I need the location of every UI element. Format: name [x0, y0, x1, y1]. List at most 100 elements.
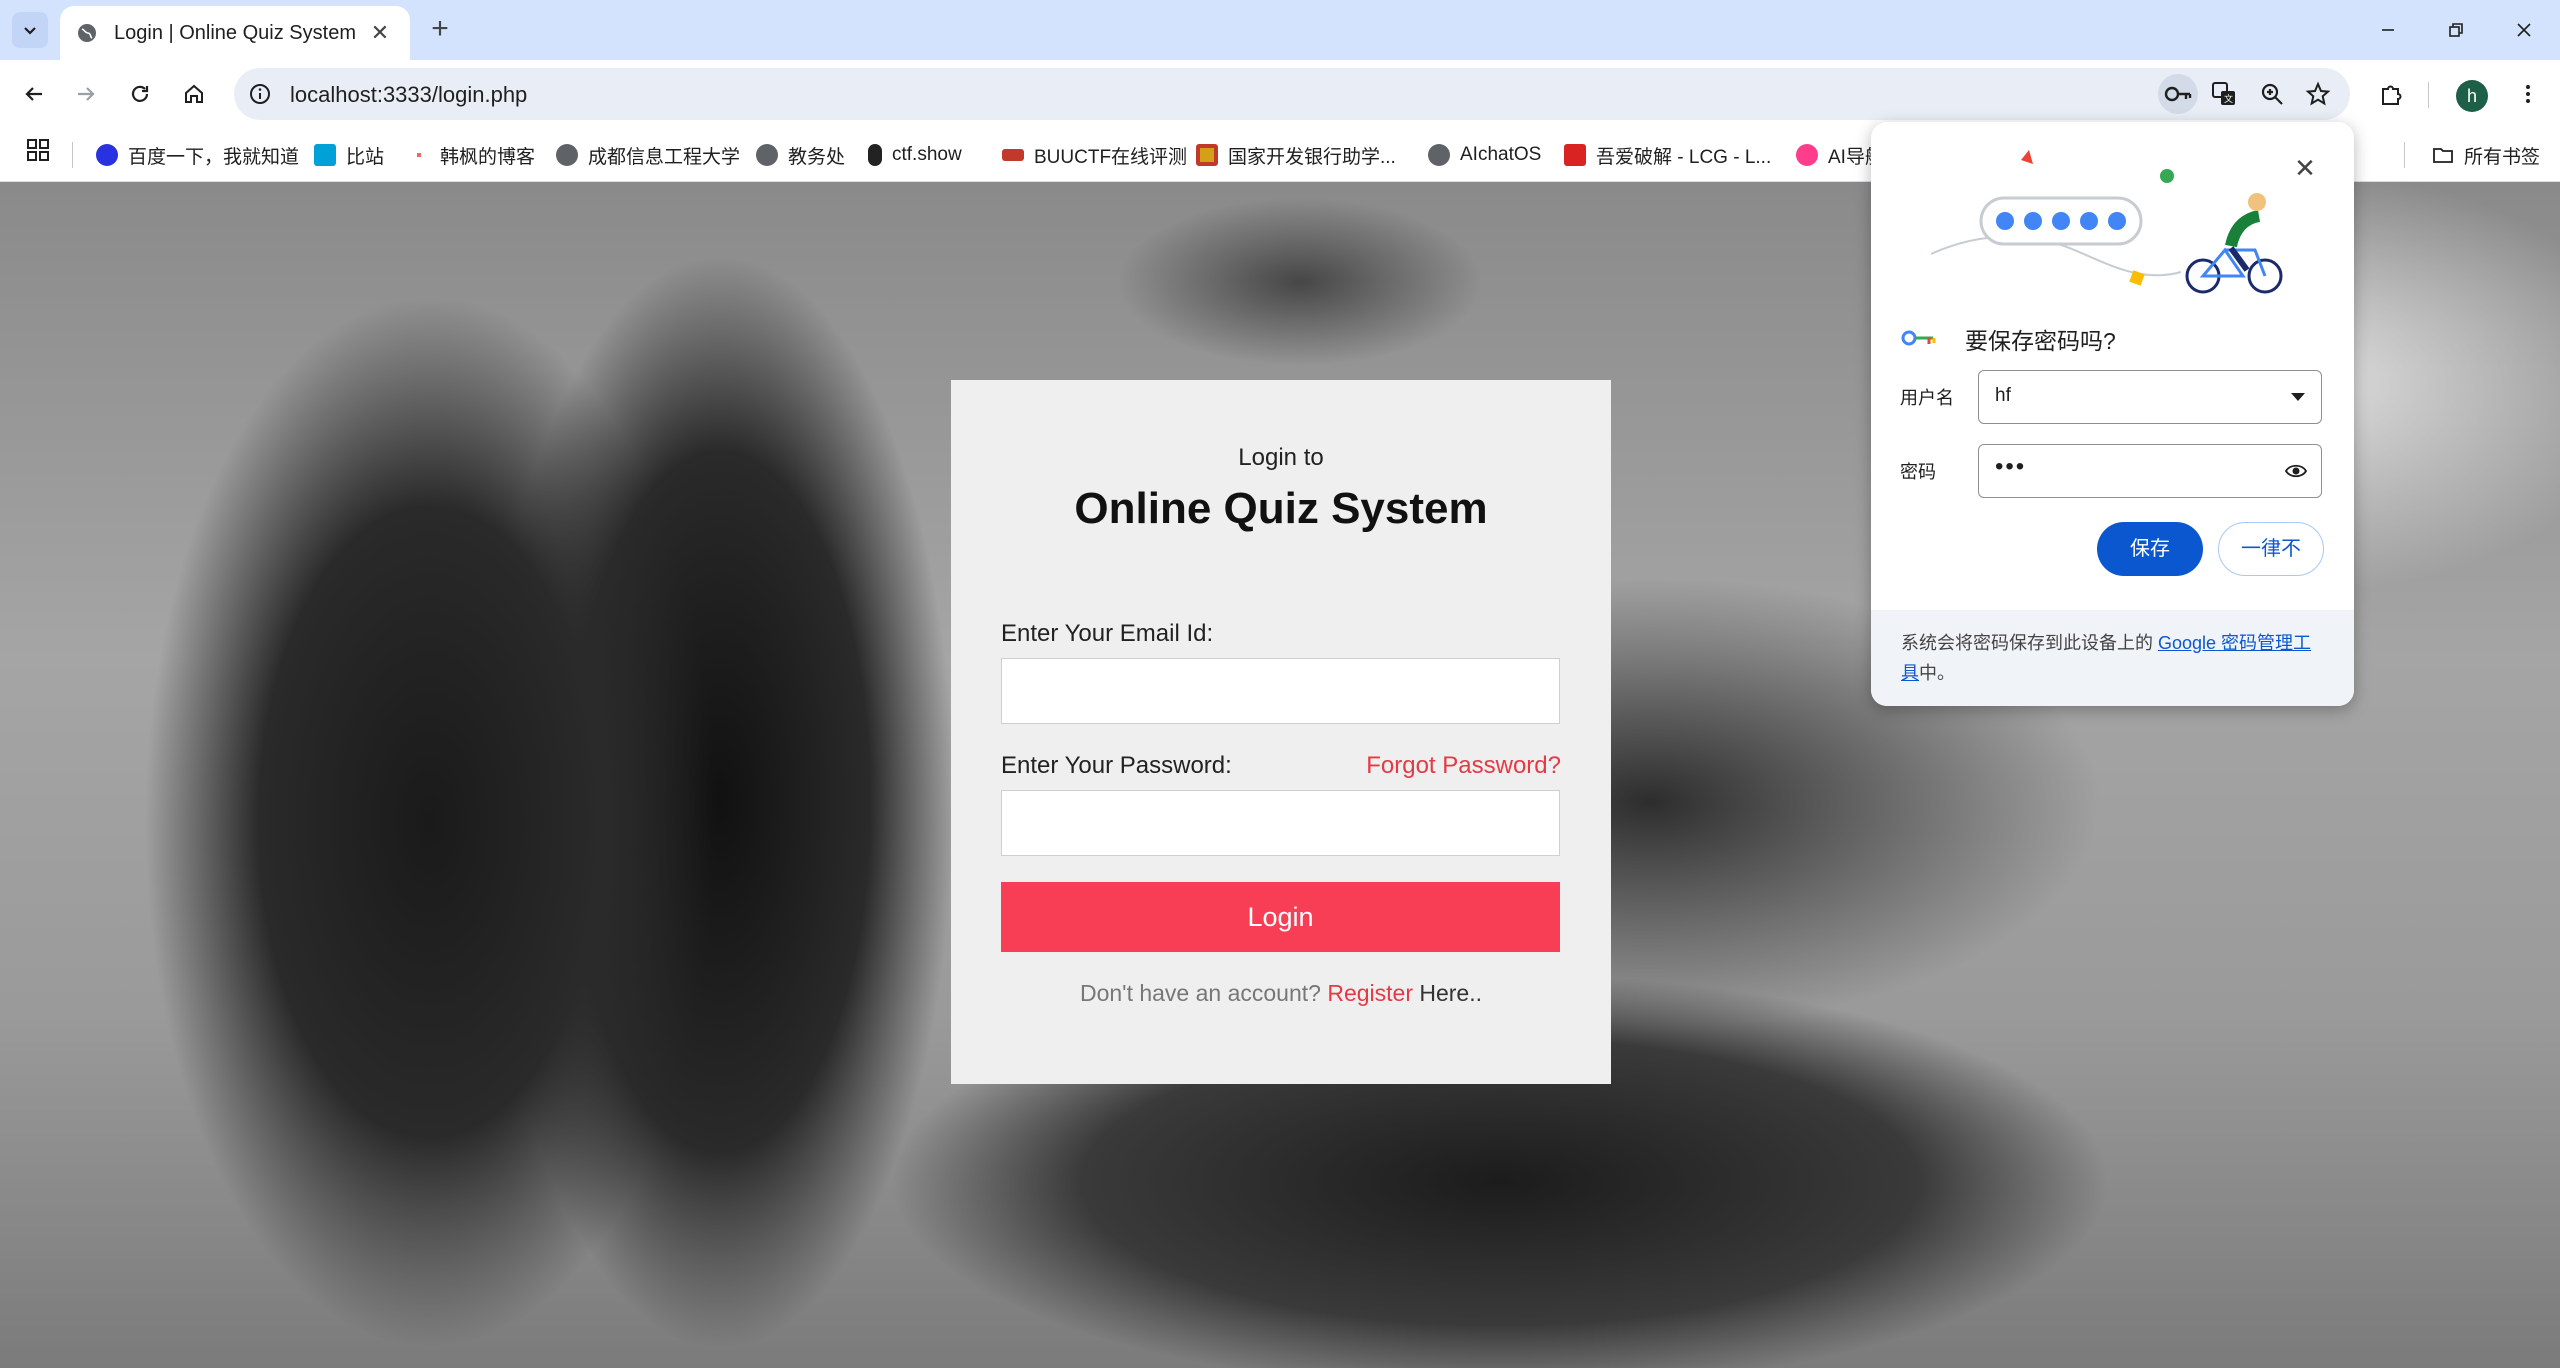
bookmark-jiaowu[interactable]: 教务处 — [756, 140, 845, 170]
bookmark-baidu[interactable]: 百度一下，我就知道 — [96, 140, 299, 170]
login-button[interactable]: Login — [1001, 882, 1560, 952]
browser-toolbar: localhost:3333/login.php 文 h — [0, 60, 2560, 128]
close-icon — [2517, 23, 2531, 37]
globe-icon — [78, 24, 96, 42]
save-password-dialog: ✕ 要保存密码吗? 用户名 hf 密码 ••• 保存 一律不 系统会将密码保存到… — [1871, 122, 2354, 706]
profile-avatar[interactable]: h — [2456, 80, 2488, 112]
tv-icon — [314, 144, 336, 166]
password-label: 密码 — [1900, 462, 1936, 482]
buu-icon — [1002, 149, 1024, 161]
password-display-field[interactable]: ••• — [1978, 444, 2322, 498]
bookmark-label: 教务处 — [788, 146, 846, 168]
password-label: Enter Your Password: — [1001, 752, 1232, 779]
extensions-button[interactable] — [2372, 74, 2412, 114]
bookmark-buuctf[interactable]: BUUCTF在线评测 — [1002, 140, 1187, 170]
info-icon[interactable] — [248, 82, 272, 106]
no-account-text: Don't have an account? — [1079, 980, 1328, 1006]
close-icon[interactable]: ✕ — [2289, 152, 2321, 184]
password-field[interactable] — [1001, 790, 1560, 856]
restore-icon — [2449, 23, 2463, 37]
bookmark-label: 韩枫的博客 — [440, 146, 536, 168]
bookmark-ctfshow[interactable]: ctf.show — [868, 140, 962, 170]
tab-search-button[interactable] — [12, 12, 48, 48]
save-password-button[interactable]: 保存 — [2097, 522, 2203, 576]
restore-button[interactable] — [2436, 12, 2476, 48]
toolbar-divider — [2428, 82, 2429, 108]
svg-text:文: 文 — [2224, 93, 2233, 105]
reload-icon — [131, 85, 149, 102]
username-value: hf — [1995, 385, 2011, 406]
bookmark-label: AIchatOS — [1460, 144, 1542, 165]
globe-icon — [556, 144, 578, 166]
pojie-icon — [1564, 144, 1586, 166]
forward-button[interactable] — [66, 74, 106, 114]
email-label: Enter Your Email Id: — [1001, 620, 1214, 647]
minimize-icon — [2382, 29, 2394, 31]
site-title: Online Quiz System — [1074, 484, 1488, 533]
register-line: Don't have an account? Register Here.. — [951, 980, 1611, 1007]
arrow-right-icon — [78, 87, 95, 101]
password-illustration — [1931, 150, 2283, 294]
bookmark-label: 国家开发银行助学... — [1228, 146, 1396, 168]
bookmarks-divider — [2404, 142, 2405, 168]
footer-text: 系统会将密码保存到此设备上的 — [1901, 633, 2158, 653]
new-tab-button[interactable]: + — [422, 12, 458, 48]
bookmark-label: 成都信息工程大学 — [588, 146, 741, 168]
dialog-footer: 系统会将密码保存到此设备上的 Google 密码管理工具中。 — [1871, 610, 2354, 706]
password-value: ••• — [1995, 453, 2027, 480]
ai-icon — [1796, 144, 1818, 166]
tab-login[interactable]: Login | Online Quiz System ✕ — [60, 6, 410, 60]
bookmarks-divider — [72, 142, 73, 168]
folder-icon — [2433, 148, 2453, 163]
bookmark-label: 百度一下，我就知道 — [128, 146, 300, 168]
eye-icon[interactable] — [2285, 462, 2307, 480]
forgot-password-link[interactable]: Forgot Password? — [1366, 752, 1561, 780]
bookmark-label: ctf.show — [892, 144, 962, 165]
tab-close-icon[interactable]: ✕ — [366, 20, 394, 46]
home-icon — [185, 84, 203, 103]
password-manager-key-icon — [1901, 330, 1936, 346]
tab-strip: Login | Online Quiz System ✕ + — [0, 0, 2560, 60]
username-label: 用户名 — [1900, 388, 1954, 408]
bookmark-aichatos[interactable]: AIchatOS — [1428, 140, 1541, 170]
password-key-icon[interactable] — [2164, 80, 2192, 108]
bookmark-52pojie[interactable]: 吾爱破解 - LCG - L... — [1564, 140, 1771, 170]
bookmark-cuit[interactable]: 成都信息工程大学 — [556, 140, 740, 170]
username-select[interactable]: hf — [1978, 370, 2322, 424]
here-text: Here.. — [1412, 980, 1483, 1006]
bookmark-label: BUUCTF在线评测 — [1034, 146, 1188, 168]
footer-end: 中。 — [1919, 663, 1955, 683]
bookmark-star-icon[interactable] — [2304, 80, 2332, 108]
bookmark-label: 吾爱破解 - LCG - L... — [1596, 146, 1772, 168]
bookmark-hanfeng-blog[interactable]: 韩枫的博客 — [408, 140, 535, 170]
chevron-down-icon — [24, 27, 36, 35]
menu-button[interactable] — [2508, 74, 2548, 114]
bookmark-cdb[interactable]: 国家开发银行助学... — [1196, 140, 1396, 170]
home-button[interactable] — [174, 74, 214, 114]
bookmark-label: 所有书签 — [2464, 146, 2541, 168]
never-save-button[interactable]: 一律不 — [2218, 522, 2324, 576]
apps-grid-icon[interactable] — [26, 138, 50, 162]
paw-icon — [96, 144, 118, 166]
close-window-button[interactable] — [2504, 12, 2544, 48]
dialog-title: 要保存密码吗? — [1965, 328, 2116, 354]
back-button[interactable] — [14, 74, 54, 114]
register-link[interactable]: Register — [1327, 980, 1413, 1006]
url-text[interactable]: localhost:3333/login.php — [290, 82, 527, 108]
bookmark-bilibili[interactable]: 比站 — [314, 140, 384, 170]
translate-icon[interactable]: 文 — [2210, 80, 2238, 108]
arrow-left-icon — [25, 87, 42, 101]
address-bar[interactable]: localhost:3333/login.php 文 — [234, 68, 2350, 120]
zoom-icon[interactable] — [2258, 80, 2286, 108]
globe-icon — [756, 144, 778, 166]
bookmark-label: 比站 — [346, 146, 385, 168]
more-vert-icon — [2526, 85, 2530, 103]
all-bookmarks-folder[interactable]: 所有书签 — [2432, 140, 2540, 170]
runner-icon — [868, 144, 882, 166]
reload-button[interactable] — [120, 74, 160, 114]
login-subtitle: Login to — [1238, 444, 1324, 471]
dropdown-arrow-icon — [2291, 393, 2305, 401]
minimize-button[interactable] — [2368, 12, 2408, 48]
login-card: Login to Online Quiz System Enter Your E… — [951, 380, 1611, 1084]
email-field[interactable] — [1001, 658, 1560, 724]
